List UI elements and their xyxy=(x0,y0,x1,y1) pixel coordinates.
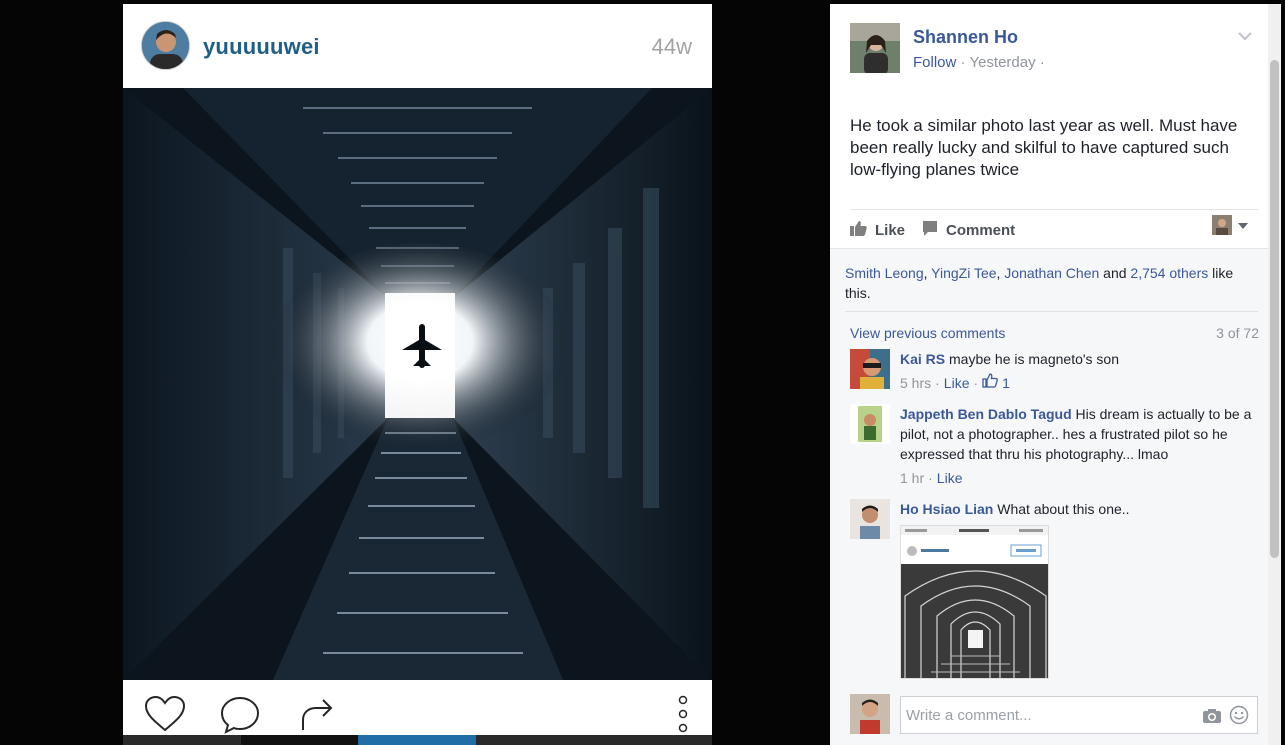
comment-bubble-icon[interactable] xyxy=(218,694,262,739)
thumbs-up-icon xyxy=(850,220,867,240)
like-label: Like xyxy=(875,221,906,239)
current-user-avatar xyxy=(1212,215,1232,235)
instagram-action-bar xyxy=(123,680,712,745)
commenter-avatar[interactable] xyxy=(850,349,890,389)
liker-name[interactable]: Smith Leong xyxy=(845,265,924,281)
instagram-post-age: 44w xyxy=(651,34,692,59)
likes-summary: Smith Leong, YingZi Tee, Jonathan Chen a… xyxy=(845,265,1234,301)
comment-composer xyxy=(830,690,1268,745)
comment-body: Kai RS maybe he is magneto's son 5 hrs ·… xyxy=(900,349,1260,393)
screen: yuuuuuwei 44w Shannen Ho Follow · Yester… xyxy=(0,0,1285,745)
comment-author[interactable]: Ho Hsiao Lian xyxy=(900,501,993,517)
comment-label: Comment xyxy=(946,221,1016,239)
caret-down-icon xyxy=(1238,216,1248,234)
comment-like-button[interactable]: Like xyxy=(944,373,970,393)
commenter-avatar[interactable] xyxy=(850,499,890,539)
current-user-avatar xyxy=(850,694,890,734)
facebook-comment-panel: Shannen Ho Follow · Yesterday · He took … xyxy=(830,4,1268,745)
taskbar-segment xyxy=(241,735,358,745)
comment-text: What about this one.. xyxy=(997,501,1130,517)
meta-separator: · xyxy=(928,470,933,486)
more-dots-icon[interactable] xyxy=(678,694,688,739)
poster-avatar[interactable] xyxy=(850,23,900,73)
comment-body: Ho Hsiao Lian What about this one.. xyxy=(900,499,1260,519)
meta-separator: · xyxy=(973,375,979,391)
post-meta: Follow · Yesterday · xyxy=(913,54,1045,71)
post-text: He took a similar photo last year as wel… xyxy=(850,116,1238,179)
scrollbar-thumb[interactable] xyxy=(1270,60,1279,558)
instagram-photo[interactable] xyxy=(123,88,712,680)
comment-text: maybe he is magneto's son xyxy=(949,351,1120,367)
instagram-username[interactable]: yuuuuuwei xyxy=(203,34,320,60)
instagram-avatar[interactable] xyxy=(141,21,190,70)
comment-attached-screenshot[interactable] xyxy=(900,525,1049,679)
camera-icon[interactable] xyxy=(1202,708,1222,729)
comment-time[interactable]: 1 hr xyxy=(900,468,924,488)
liker-name[interactable]: Jonathan Chen xyxy=(1004,265,1099,281)
divider xyxy=(850,209,1258,210)
comment-icon xyxy=(922,220,938,240)
heart-icon[interactable] xyxy=(143,694,187,739)
instagram-post-header: yuuuuuwei 44w xyxy=(123,4,712,88)
like-button[interactable]: Like xyxy=(850,218,905,242)
view-previous-comments-link[interactable]: View previous comments xyxy=(850,325,1005,341)
comments-section: Smith Leong, YingZi Tee, Jonathan Chen a… xyxy=(830,248,1268,745)
panel-scrollbar[interactable] xyxy=(1268,4,1281,745)
post-as-selector[interactable] xyxy=(1212,215,1248,235)
likes-and: and xyxy=(1103,265,1127,281)
share-icon[interactable] xyxy=(298,694,338,739)
comment-time[interactable]: 5 hrs xyxy=(900,373,931,393)
instagram-post-card: yuuuuuwei 44w xyxy=(123,4,712,745)
comment-author[interactable]: Kai RS xyxy=(900,351,945,367)
comment-like-button[interactable]: Like xyxy=(937,468,963,488)
comment-meta: 1 hr · Like xyxy=(900,468,1260,488)
chevron-down-icon[interactable] xyxy=(1238,28,1252,46)
post-time[interactable]: Yesterday xyxy=(969,54,1035,71)
comment-meta: 5 hrs · Like · 1 xyxy=(900,373,1260,393)
comment-like-count[interactable]: 1 xyxy=(1002,373,1010,393)
meta-separator: · xyxy=(960,54,966,71)
meta-separator: · xyxy=(1039,54,1045,71)
comment-body: Jappeth Ben Dablo Tagud His dream is act… xyxy=(900,404,1260,488)
likes-others-link[interactable]: 2,754 others xyxy=(1130,265,1208,281)
comment-author[interactable]: Jappeth Ben Dablo Tagud xyxy=(900,406,1072,422)
taskbar-active-segment xyxy=(358,735,476,745)
comment-button[interactable]: Comment xyxy=(922,218,1015,242)
liker-name[interactable]: YingZi Tee xyxy=(931,265,996,281)
poster-name[interactable]: Shannen Ho xyxy=(913,27,1018,48)
like-count-thumb-icon xyxy=(982,373,999,393)
browser-taskbar-strip xyxy=(123,735,712,745)
meta-separator: · xyxy=(935,375,940,391)
comment-count: 3 of 72 xyxy=(1216,325,1259,341)
commenter-avatar[interactable] xyxy=(850,404,890,444)
emoji-icon[interactable] xyxy=(1229,705,1249,730)
divider xyxy=(845,311,1258,312)
follow-link[interactable]: Follow xyxy=(913,54,956,71)
